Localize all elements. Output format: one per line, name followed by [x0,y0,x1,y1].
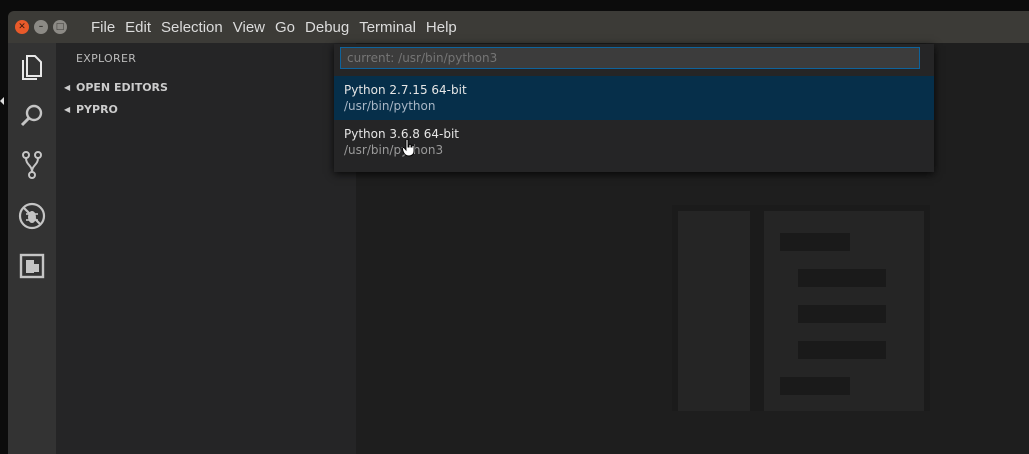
sidebar-title: EXPLORER [76,52,137,65]
window-controls: ✕ – □ [15,20,77,34]
watermark-line [798,341,886,359]
menu-selection[interactable]: Selection [156,19,228,36]
menu-help[interactable]: Help [421,19,462,36]
watermark-left-pane [678,211,750,411]
quick-pick-item[interactable]: Python 2.7.15 64-bit /usr/bin/python [334,76,934,120]
close-icon[interactable]: ✕ [15,20,29,34]
watermark-line [798,305,886,323]
watermark-right-pane [764,211,924,411]
chevron-right-icon: ◀ [64,82,71,92]
extensions-icon[interactable] [17,251,47,281]
editor-watermark-logo [672,205,930,411]
menu-bar: File Edit Selection View Go Debug Termin… [86,19,462,36]
files-icon[interactable] [17,52,47,82]
source-control-icon[interactable] [17,150,47,180]
watermark-line [780,377,850,395]
menu-debug[interactable]: Debug [300,19,354,36]
interpreter-quick-pick: Python 2.7.15 64-bit /usr/bin/python Pyt… [334,44,934,172]
search-icon[interactable] [17,101,47,131]
quick-pick-item[interactable]: Python 3.6.8 64-bit /usr/bin/python3 [334,120,934,164]
title-bar: ✕ – □ File Edit Selection View Go Debug … [8,11,1029,43]
edge-arrow [0,97,4,105]
menu-edit[interactable]: Edit [120,19,156,36]
menu-go[interactable]: Go [270,19,300,36]
section-label: PYPRO [76,102,118,116]
menu-view[interactable]: View [228,19,270,36]
item-label: Python 3.6.8 64-bit [344,127,460,141]
watermark-line [798,269,886,287]
section-pypro[interactable]: ◀ PYPRO [56,98,356,120]
minimize-icon[interactable]: – [34,20,48,34]
menu-terminal[interactable]: Terminal [354,19,421,36]
activity-bar [8,43,56,454]
hand-pointer-icon [401,138,416,161]
item-label: Python 2.7.15 64-bit [344,83,467,97]
explorer-sidebar: EXPLORER ◀ OPEN EDITORS ◀ PYPRO [56,43,356,454]
maximize-icon[interactable]: □ [53,20,67,34]
item-description: /usr/bin/python [344,99,436,113]
quick-pick-input[interactable] [340,47,920,69]
section-label: OPEN EDITORS [76,80,168,94]
chevron-right-icon: ◀ [64,104,71,114]
item-description: /usr/bin/python3 [344,143,444,157]
menu-file[interactable]: File [86,19,120,36]
watermark-line [780,233,850,251]
section-open-editors[interactable]: ◀ OPEN EDITORS [56,76,356,98]
debug-icon[interactable] [17,201,47,231]
